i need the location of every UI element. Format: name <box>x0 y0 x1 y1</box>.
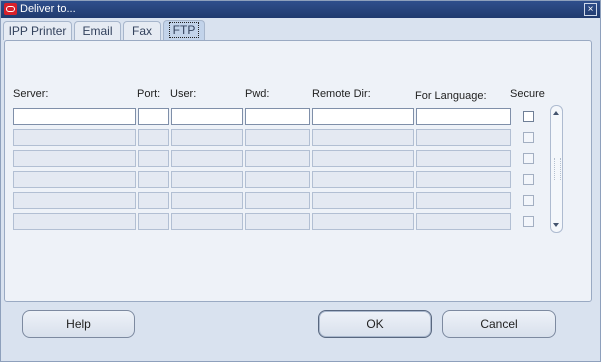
cell-server[interactable] <box>13 192 136 209</box>
pwd-header: Pwd: <box>245 88 270 100</box>
cell-port[interactable] <box>138 108 169 125</box>
cell-pwd[interactable] <box>245 192 310 209</box>
cell-remote-dir[interactable] <box>312 171 414 188</box>
secure-checkbox[interactable] <box>523 216 534 227</box>
user-header: User: <box>170 88 197 100</box>
close-icon[interactable]: × <box>584 3 597 16</box>
chevron-up-icon[interactable] <box>553 111 559 115</box>
scroll-thumb[interactable] <box>554 158 561 180</box>
cell-user[interactable] <box>171 171 243 188</box>
vertical-scrollbar[interactable] <box>550 105 563 233</box>
cell-pwd[interactable] <box>245 171 310 188</box>
cell-port[interactable] <box>138 213 169 230</box>
secure-checkbox[interactable] <box>523 195 534 206</box>
cell-user[interactable] <box>171 108 243 125</box>
window-title: Deliver to... <box>20 3 76 15</box>
cell-port[interactable] <box>138 192 169 209</box>
language-header: For Language: <box>415 90 487 102</box>
cell-pwd[interactable] <box>245 150 310 167</box>
cell-remote-dir[interactable] <box>312 129 414 146</box>
cell-server[interactable] <box>13 150 136 167</box>
cell-pwd[interactable] <box>245 108 310 125</box>
cell-pwd[interactable] <box>245 213 310 230</box>
cell-pwd[interactable] <box>245 129 310 146</box>
remote-dir-header: Remote Dir: <box>312 88 371 100</box>
title-bar: Deliver to... × <box>1 1 600 18</box>
cell-port[interactable] <box>138 171 169 188</box>
secure-checkbox[interactable] <box>523 174 534 185</box>
chevron-down-icon[interactable] <box>553 223 559 227</box>
cell-user[interactable] <box>171 192 243 209</box>
cell-server[interactable] <box>13 213 136 230</box>
cancel-button[interactable]: Cancel <box>442 310 556 338</box>
help-button[interactable]: Help <box>22 310 135 338</box>
tab-ftp[interactable]: FTP <box>163 20 205 41</box>
secure-checkbox[interactable] <box>523 111 534 122</box>
cell-remote-dir[interactable] <box>312 150 414 167</box>
tab-fax[interactable]: Fax <box>123 21 161 40</box>
oracle-logo-icon <box>4 3 17 15</box>
tab-ipp-printer[interactable]: IPP Printer <box>3 21 72 40</box>
deliver-to-dialog: Deliver to... × IPP Printer Email Fax FT… <box>0 0 601 362</box>
cell-language[interactable] <box>416 171 511 188</box>
secure-header: Secure <box>510 88 545 100</box>
secure-checkbox[interactable] <box>523 153 534 164</box>
cell-server[interactable] <box>13 108 136 125</box>
cell-user[interactable] <box>171 129 243 146</box>
port-header: Port: <box>137 88 161 100</box>
cell-server[interactable] <box>13 129 136 146</box>
cell-language[interactable] <box>416 108 511 125</box>
tab-email[interactable]: Email <box>74 21 121 40</box>
cell-user[interactable] <box>171 213 243 230</box>
tab-ftp-label: FTP <box>168 22 200 38</box>
cell-language[interactable] <box>416 129 511 146</box>
cell-server[interactable] <box>13 171 136 188</box>
cell-language[interactable] <box>416 213 511 230</box>
cell-language[interactable] <box>416 150 511 167</box>
cell-remote-dir[interactable] <box>312 192 414 209</box>
cell-remote-dir[interactable] <box>312 213 414 230</box>
secure-checkbox[interactable] <box>523 132 534 143</box>
ok-button[interactable]: OK <box>318 310 432 338</box>
server-header: Server: <box>13 88 49 100</box>
cell-language[interactable] <box>416 192 511 209</box>
cell-user[interactable] <box>171 150 243 167</box>
cell-port[interactable] <box>138 129 169 146</box>
cell-port[interactable] <box>138 150 169 167</box>
cell-remote-dir[interactable] <box>312 108 414 125</box>
